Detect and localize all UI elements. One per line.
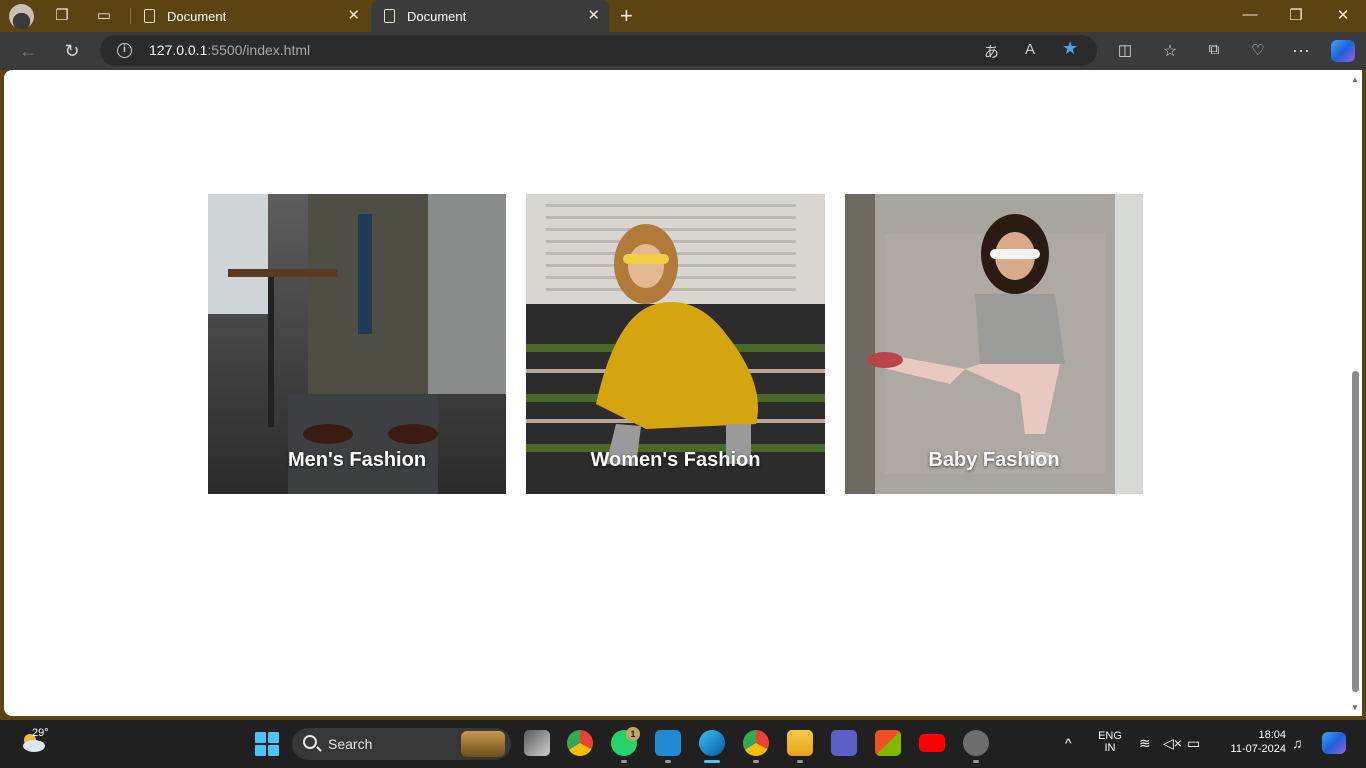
copilot-icon[interactable] xyxy=(1331,40,1355,62)
close-tab-icon[interactable]: ✕ xyxy=(587,6,600,24)
settings-gear-icon[interactable] xyxy=(963,730,989,756)
card-caption: Women's Fashion xyxy=(590,449,761,471)
app-active-indicator xyxy=(704,760,720,763)
volume-muted-icon[interactable]: ◁× xyxy=(1163,735,1182,752)
collections-icon[interactable]: ⧉ xyxy=(1203,41,1225,58)
page-viewport: Men's Fashion Women's Fashion Baby Fashi… xyxy=(4,70,1349,716)
minimize-button[interactable]: — xyxy=(1240,6,1260,23)
start-button[interactable] xyxy=(255,732,279,756)
region-code: IN xyxy=(1104,742,1116,754)
tab-document-1[interactable]: Document ✕ xyxy=(131,0,369,32)
clock-time: 18:04 xyxy=(1258,729,1286,741)
clock[interactable]: 18:04 11-07-2024 xyxy=(1218,729,1286,755)
page-icon xyxy=(144,9,155,23)
address-bar[interactable]: i 127.0.0.1:5500/index.html あ A ★ xyxy=(100,35,1097,66)
page-icon xyxy=(384,9,395,23)
workspaces-icon[interactable]: ❐ xyxy=(53,7,71,25)
new-tab-button[interactable]: + xyxy=(620,3,633,29)
refresh-button[interactable]: ↻ xyxy=(61,41,83,62)
url-text[interactable]: 127.0.0.1:5500/index.html xyxy=(149,42,310,58)
profile-avatar[interactable] xyxy=(9,4,34,29)
back-button[interactable]: ← xyxy=(17,41,39,62)
card-baby-fashion[interactable]: Baby Fashion xyxy=(845,194,1143,494)
clock-date: 11-07-2024 xyxy=(1230,743,1286,755)
close-tab-icon[interactable]: ✕ xyxy=(347,6,360,24)
scroll-down-arrow-icon[interactable]: ▼ xyxy=(1351,703,1359,712)
chrome-profile-icon[interactable] xyxy=(743,730,769,756)
vscode-icon[interactable] xyxy=(655,730,681,756)
more-menu-icon[interactable]: ⋯ xyxy=(1290,41,1312,62)
site-info-icon[interactable]: i xyxy=(117,43,132,58)
scroll-up-arrow-icon[interactable]: ▲ xyxy=(1351,75,1359,84)
app-running-indicator xyxy=(621,760,627,763)
language-indicator[interactable]: ENG IN xyxy=(1096,730,1124,754)
app-running-indicator xyxy=(973,760,979,763)
read-aloud-icon[interactable]: A xyxy=(1025,41,1035,58)
card-caption: Men's Fashion xyxy=(287,449,427,471)
app-running-indicator xyxy=(753,760,759,763)
app-running-indicator xyxy=(665,760,671,763)
tab-label: Document xyxy=(167,9,227,24)
restore-button[interactable]: ❐ xyxy=(1286,6,1306,24)
edge-icon[interactable] xyxy=(699,730,725,756)
card-caption: Baby Fashion xyxy=(928,449,1060,471)
close-window-button[interactable]: ✕ xyxy=(1333,6,1353,24)
page-scrollbar[interactable]: ▲ ▼ xyxy=(1349,70,1362,716)
language-code: ENG xyxy=(1098,730,1122,742)
wifi-icon[interactable]: ≋ xyxy=(1139,735,1151,752)
search-highlight-image xyxy=(461,731,505,757)
scroll-thumb[interactable] xyxy=(1352,371,1359,692)
favorite-star-icon[interactable]: ★ xyxy=(1062,38,1078,59)
youtube-icon[interactable] xyxy=(919,734,945,752)
search-icon xyxy=(303,735,317,749)
microsoft-store-icon[interactable] xyxy=(875,730,901,756)
battery-icon[interactable]: ▭ xyxy=(1187,735,1200,752)
whatsapp-badge: 1 xyxy=(626,727,640,741)
browser-titlebar: ❐ ▭ Document ✕ Document ✕ + — ❐ ✕ xyxy=(0,0,1366,32)
teams-icon[interactable] xyxy=(831,730,857,756)
notifications-bell-icon[interactable]: ♫ xyxy=(1292,735,1303,751)
task-view-icon[interactable] xyxy=(524,730,550,756)
file-explorer-icon[interactable] xyxy=(787,730,813,756)
card-mens-fashion[interactable]: Men's Fashion xyxy=(208,194,506,494)
split-screen-icon[interactable]: ◫ xyxy=(1114,41,1136,59)
tab-label: Document xyxy=(407,9,467,24)
tab-actions-icon[interactable]: ▭ xyxy=(95,7,113,25)
card-womens-fashion[interactable]: Women's Fashion xyxy=(526,194,825,494)
copilot-taskbar-icon[interactable] xyxy=(1322,732,1346,754)
chrome-icon[interactable] xyxy=(567,730,593,756)
weather-temperature: 29° xyxy=(32,727,49,739)
taskbar-search[interactable]: Search xyxy=(292,728,511,760)
favorites-icon[interactable]: ☆ xyxy=(1159,41,1181,61)
windows-taskbar: 29° Search 1 ^ ENG IN ≋ ◁× ▭ 18:04 11-07… xyxy=(0,720,1366,768)
tab-document-2[interactable]: Document ✕ xyxy=(371,0,609,32)
browser-toolbar: ← ↻ i 127.0.0.1:5500/index.html あ A ★ ◫ … xyxy=(0,32,1366,70)
translate-icon[interactable]: あ xyxy=(984,41,999,62)
browser-essentials-icon[interactable]: ♡ xyxy=(1247,41,1269,59)
search-label: Search xyxy=(328,736,373,752)
app-running-indicator xyxy=(797,760,803,763)
show-hidden-icons-chevron-icon[interactable]: ^ xyxy=(1065,735,1072,751)
